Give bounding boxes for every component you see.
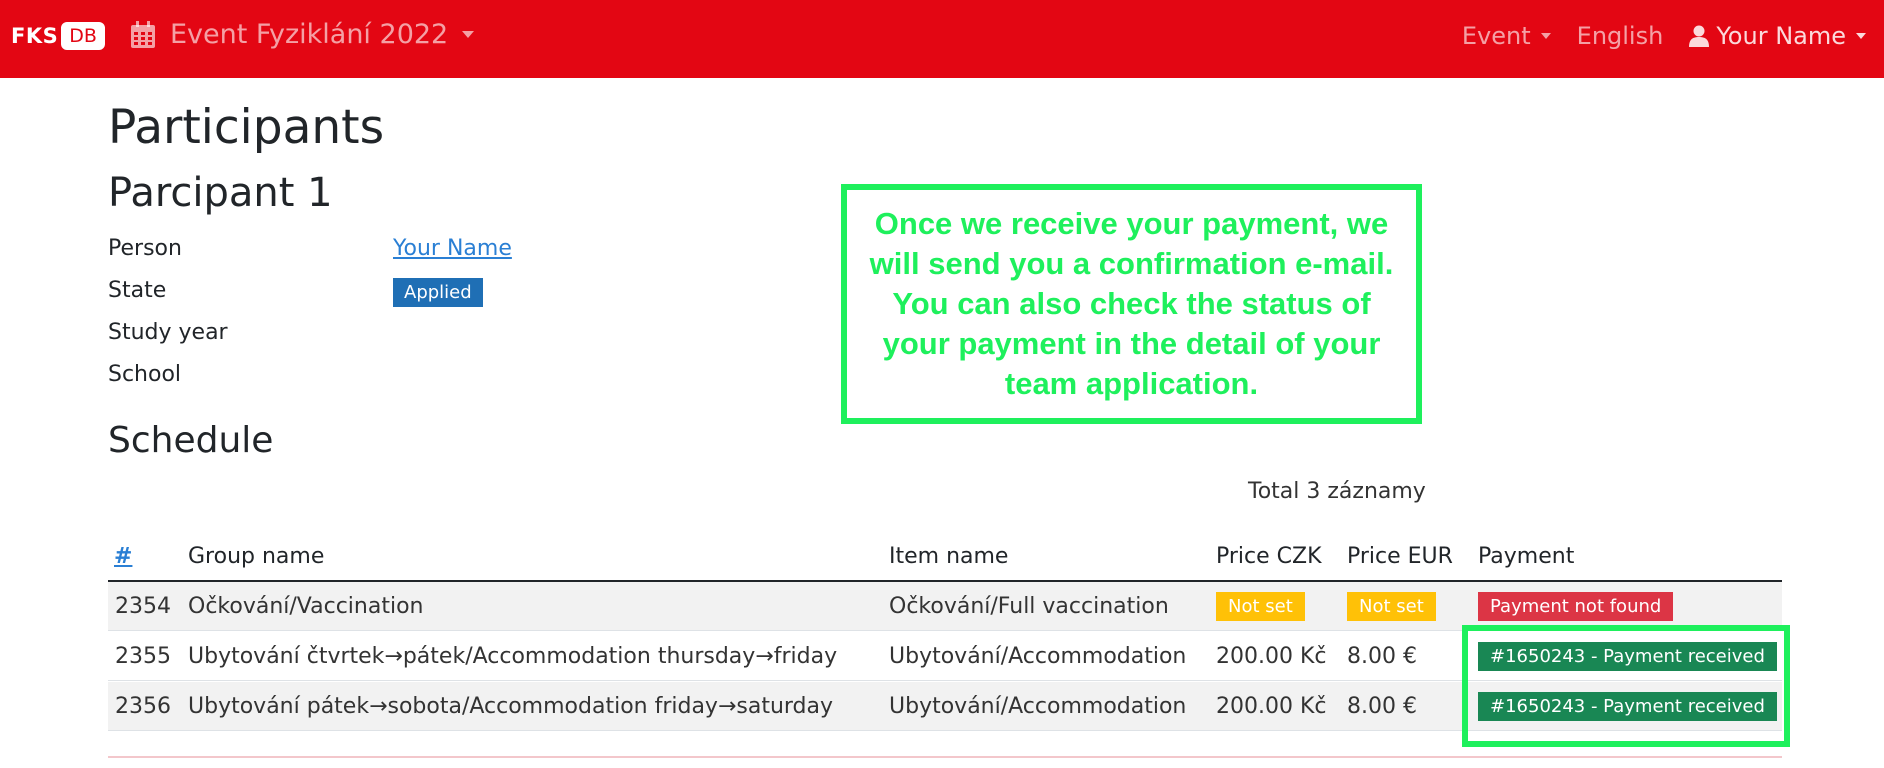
event-menu[interactable]: Event: [1462, 22, 1551, 50]
cell-id: 2355: [115, 644, 171, 669]
column-header-payment: Payment: [1478, 544, 1575, 569]
cell-price-eur: 8.00 €: [1347, 694, 1417, 719]
participant-heading: Parcipant 1: [108, 170, 333, 216]
cell-id: 2356: [115, 694, 171, 719]
schedule-heading: Schedule: [108, 420, 274, 461]
column-header-item: Item name: [889, 544, 1009, 569]
annotation-text: Once we receive your payment, we will se…: [869, 206, 1394, 401]
person-link[interactable]: Your Name: [393, 236, 512, 261]
sort-link-id[interactable]: #: [114, 544, 132, 569]
event-selector[interactable]: Event Fyziklání 2022: [130, 19, 475, 50]
cell-price-czk: 200.00 Kč: [1216, 694, 1327, 719]
price-czk-badge: Not set: [1216, 592, 1305, 621]
state-value: Applied: [393, 278, 483, 307]
cell-item: Ubytování/Accommodation: [889, 644, 1187, 669]
cell-price-czk: Not set: [1216, 592, 1305, 621]
page-title: Participants: [108, 100, 385, 155]
cell-payment: Payment not found: [1478, 592, 1674, 621]
payment-status-badge: Payment not found: [1478, 592, 1674, 621]
price-eur-badge: Not set: [1347, 592, 1436, 621]
caret-down-icon: [1540, 33, 1551, 39]
brand-logo[interactable]: FKS DB: [11, 22, 105, 50]
brand-db: DB: [61, 22, 105, 50]
event-menu-label: Event: [1461, 22, 1531, 50]
person-value[interactable]: Your Name: [393, 236, 512, 261]
language-link[interactable]: English: [1577, 22, 1664, 50]
state-label: State: [108, 278, 167, 303]
cell-price-eur: 8.00 €: [1347, 644, 1417, 669]
user-icon: [1689, 25, 1710, 47]
cell-group: Očkování/Vaccination: [188, 594, 424, 619]
state-badge: Applied: [393, 278, 483, 307]
column-header-group: Group name: [188, 544, 325, 569]
cell-group: Ubytování čtvrtek→pátek/Accommodation th…: [188, 644, 838, 669]
annotation-callout: Once we receive your payment, we will se…: [841, 184, 1422, 424]
table-row: 2354 Očkování/Vaccination Očkování/Full …: [108, 582, 1782, 631]
cell-item: Ubytování/Accommodation: [889, 694, 1187, 719]
caret-down-icon: [1856, 33, 1866, 39]
cell-id: 2354: [115, 594, 171, 619]
cell-group: Ubytování pátek→sobota/Accommodation fri…: [188, 694, 834, 719]
cell-item: Očkování/Full vaccination: [889, 594, 1169, 619]
brand-fks: FKS: [11, 24, 59, 48]
user-menu[interactable]: Your Name: [1689, 22, 1866, 50]
person-label: Person: [108, 236, 182, 261]
column-header-price-eur: Price EUR: [1347, 544, 1453, 569]
navbar-right: Event English Your Name: [1436, 22, 1866, 50]
event-title: Event Fyziklání 2022: [170, 19, 449, 50]
study-year-label: Study year: [108, 320, 228, 345]
total-count: Total 3 záznamy: [1248, 479, 1426, 504]
cell-price-eur: Not set: [1347, 592, 1436, 621]
annotation-highlight-box: [1462, 625, 1790, 747]
section-divider: [108, 756, 1782, 758]
user-name: Your Name: [1716, 22, 1846, 50]
school-label: School: [108, 362, 182, 387]
cell-price-czk: 200.00 Kč: [1216, 644, 1327, 669]
caret-down-icon: [462, 31, 475, 38]
calendar-icon: [131, 20, 155, 48]
column-header-price-czk: Price CZK: [1216, 544, 1322, 569]
language-label: English: [1576, 22, 1664, 50]
top-navbar: FKS DB Event Fyziklání 2022 Event Englis…: [0, 0, 1884, 78]
column-header-id[interactable]: #: [114, 544, 132, 569]
